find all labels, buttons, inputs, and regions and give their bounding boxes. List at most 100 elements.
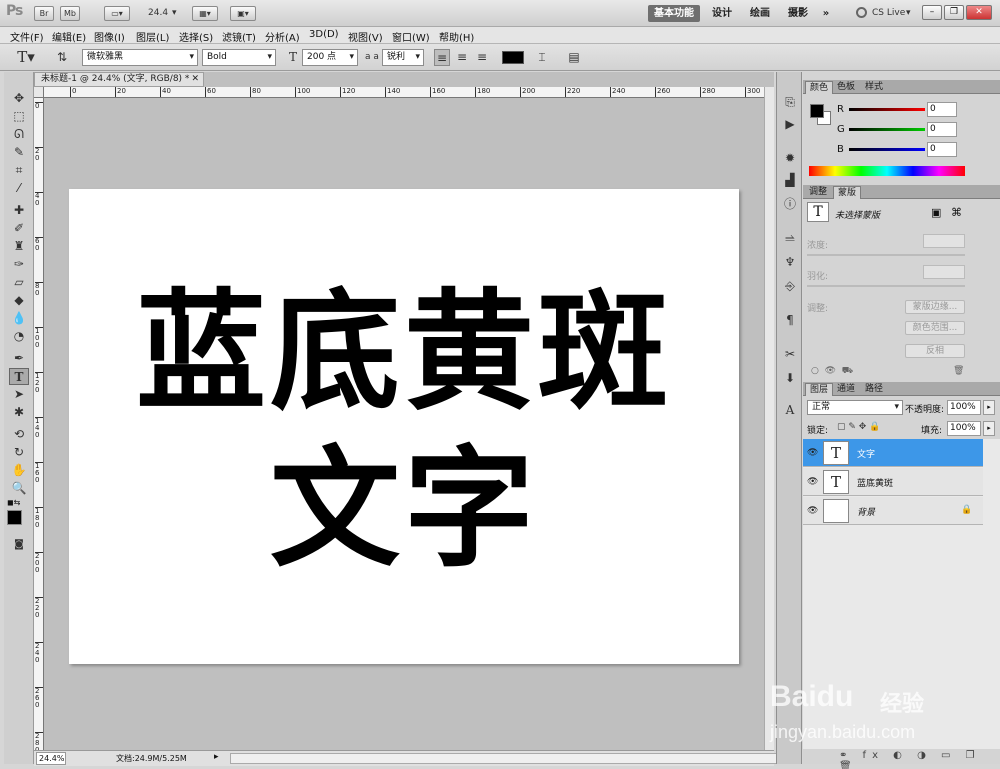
workspace-essentials[interactable]: 基本功能 bbox=[648, 5, 700, 22]
horizontal-ruler[interactable]: 0 20 40 60 80 100 120 140 160 180 200 220 240 260 280 3… bbox=[44, 87, 766, 98]
tab-layers[interactable]: 图层 bbox=[805, 383, 834, 396]
ruler-origin[interactable] bbox=[34, 87, 44, 98]
b-value[interactable]: 0 bbox=[927, 142, 957, 157]
canvas-text-line-2[interactable]: 文字 bbox=[69, 434, 739, 584]
color-fg-swatch[interactable] bbox=[810, 104, 824, 118]
font-family-select[interactable]: 微软雅黑 bbox=[82, 49, 198, 66]
info-panel-icon[interactable]: ⓘ bbox=[780, 194, 800, 214]
menu-edit[interactable]: 编辑(E) bbox=[52, 29, 86, 44]
align-center-icon[interactable]: ≡ bbox=[454, 49, 470, 66]
quick-select-tool-icon[interactable]: ✎ bbox=[9, 144, 29, 161]
tab-masks[interactable]: 蒙版 bbox=[833, 186, 862, 199]
menu-layer[interactable]: 图层(L) bbox=[136, 29, 169, 44]
fill-field[interactable]: 100% bbox=[947, 421, 981, 436]
visibility-eye-icon[interactable]: 👁 bbox=[807, 448, 818, 458]
density-field[interactable] bbox=[923, 234, 965, 248]
invert-button[interactable]: 反相 bbox=[905, 344, 965, 358]
shape-tool-icon[interactable]: ✱ bbox=[9, 404, 29, 421]
toggle-orientation-icon[interactable]: ⇅ bbox=[54, 49, 70, 66]
marquee-tool-icon[interactable]: ⬚ bbox=[9, 108, 29, 125]
close-document-icon[interactable]: ✕ bbox=[191, 73, 199, 86]
font-size-select[interactable]: 200 点 bbox=[302, 49, 358, 66]
mask-trash-icon[interactable]: 🗑 bbox=[953, 366, 964, 376]
mini-bridge-button[interactable]: Mb bbox=[60, 6, 80, 21]
layer-name[interactable]: 背景 bbox=[857, 505, 875, 518]
r-value[interactable]: 0 bbox=[927, 102, 957, 117]
tool-presets-icon[interactable]: ⎆ bbox=[780, 276, 800, 296]
opacity-slider-icon[interactable]: ▸ bbox=[983, 400, 995, 415]
restore-button[interactable]: ❐ bbox=[944, 5, 964, 20]
tab-color[interactable]: 颜色 bbox=[805, 81, 834, 94]
brush-tool-icon[interactable]: ✐ bbox=[9, 220, 29, 237]
mask-footer-icons[interactable]: ○ 👁 ⛟ bbox=[811, 366, 853, 377]
minimize-button[interactable]: – bbox=[922, 5, 942, 20]
character-panel-strip-icon[interactable]: A bbox=[780, 400, 800, 420]
horizontal-scrollbar[interactable] bbox=[230, 753, 796, 764]
font-style-select[interactable]: Bold bbox=[202, 49, 276, 66]
menu-image[interactable]: 图像(I) bbox=[94, 29, 125, 44]
visibility-eye-icon[interactable]: 👁 bbox=[807, 477, 818, 487]
tab-styles[interactable]: 样式 bbox=[861, 81, 887, 94]
3d-panel-icon[interactable]: ✂ bbox=[780, 344, 800, 364]
foreground-color-swatch[interactable] bbox=[7, 510, 22, 525]
color-ramp[interactable] bbox=[809, 166, 965, 176]
pixel-mask-icon[interactable]: ▣ bbox=[931, 206, 941, 219]
layer-name[interactable]: 文字 bbox=[857, 447, 875, 460]
feather-slider[interactable] bbox=[807, 285, 965, 287]
tab-paths[interactable]: 路径 bbox=[861, 383, 887, 396]
menu-help[interactable]: 帮助(H) bbox=[439, 29, 474, 44]
clone-stamp-tool-icon[interactable]: ♜ bbox=[9, 238, 29, 255]
layer-name[interactable]: 蓝底黄斑 bbox=[857, 476, 893, 489]
pen-tool-icon[interactable]: ✒ bbox=[9, 350, 29, 367]
zoom-level[interactable]: 24.4 bbox=[148, 8, 168, 18]
cs-live-dropdown-icon[interactable]: ▾ bbox=[906, 8, 911, 18]
navigator-panel-icon[interactable]: ✹ bbox=[780, 148, 800, 168]
g-slider[interactable] bbox=[849, 128, 925, 131]
align-left-icon[interactable]: ≡ bbox=[434, 49, 450, 66]
vector-mask-icon[interactable]: ⌘ bbox=[951, 206, 962, 219]
document-tab[interactable]: 未标题-1 @ 24.4% (文字, RGB/8) * ✕ bbox=[34, 72, 204, 87]
view-extras-button[interactable]: ▭▾ bbox=[104, 6, 130, 21]
type-tool-icon[interactable]: T bbox=[9, 368, 29, 385]
workspace-painting[interactable]: 绘画 bbox=[746, 5, 774, 22]
menu-analysis[interactable]: 分析(A) bbox=[265, 29, 300, 44]
menu-file[interactable]: 文件(F) bbox=[10, 29, 44, 44]
move-tool-icon[interactable]: ✥ bbox=[9, 90, 29, 107]
vertical-scrollbar[interactable] bbox=[764, 87, 774, 750]
history-panel-icon[interactable]: ⎘ bbox=[780, 92, 800, 112]
cs-live-label[interactable]: CS Live bbox=[872, 8, 905, 18]
quick-mask-icon[interactable]: ◙ bbox=[9, 536, 29, 553]
more-workspaces-button[interactable]: » bbox=[818, 5, 834, 22]
menu-3d[interactable]: 3D(D) bbox=[309, 29, 339, 40]
bridge-button[interactable]: Br bbox=[34, 6, 54, 21]
zoom-tool-icon[interactable]: 🔍 bbox=[9, 480, 29, 497]
layer-row[interactable]: 👁 背景 🔒 bbox=[803, 497, 983, 525]
layers-footer-icons[interactable]: ⚭ fx ◐ ◑ ▭ ❐ 🗑 bbox=[839, 750, 1000, 769]
opacity-field[interactable]: 100% bbox=[947, 400, 981, 415]
3d-orbit-tool-icon[interactable]: ↻ bbox=[9, 444, 29, 461]
blur-tool-icon[interactable]: 💧 bbox=[9, 310, 29, 327]
paint-bucket-tool-icon[interactable]: ◆ bbox=[9, 292, 29, 309]
color-range-button[interactable]: 颜色范围... bbox=[905, 321, 965, 335]
brush-panel-icon[interactable]: ⥬ bbox=[780, 228, 800, 248]
paragraph-panel-icon[interactable]: ¶ bbox=[780, 310, 800, 330]
crop-tool-icon[interactable]: ⌗ bbox=[9, 162, 29, 179]
arrange-documents-button[interactable]: ▦▾ bbox=[192, 6, 218, 21]
lasso-tool-icon[interactable]: ᘏ bbox=[9, 126, 29, 143]
status-zoom-field[interactable]: 24.4% bbox=[36, 752, 66, 765]
measurement-panel-icon[interactable]: ⬇ bbox=[780, 368, 800, 388]
actions-panel-icon[interactable]: ▶ bbox=[780, 114, 800, 134]
document-canvas[interactable]: 蓝底黄斑 文字 bbox=[69, 189, 739, 664]
type-tool-preset-icon[interactable]: T▾ bbox=[12, 49, 40, 66]
zoom-dropdown-icon[interactable]: ▾ bbox=[172, 8, 177, 18]
layer-row[interactable]: 👁 T 蓝底黄斑 bbox=[803, 468, 983, 496]
close-button[interactable]: ✕ bbox=[966, 5, 992, 20]
lock-icons[interactable]: ▢ ✎ ✥ 🔒 bbox=[837, 422, 880, 432]
workspace-design[interactable]: 设计 bbox=[708, 5, 736, 22]
warp-text-icon[interactable]: ⌶ bbox=[534, 49, 550, 66]
visibility-eye-icon[interactable]: 👁 bbox=[807, 506, 818, 516]
canvas-text-line-1[interactable]: 蓝底黄斑 bbox=[69, 277, 739, 427]
antialias-select[interactable]: 锐利 bbox=[382, 49, 424, 66]
menu-window[interactable]: 窗口(W) bbox=[392, 29, 430, 44]
clone-source-icon[interactable]: ♆ bbox=[780, 252, 800, 272]
